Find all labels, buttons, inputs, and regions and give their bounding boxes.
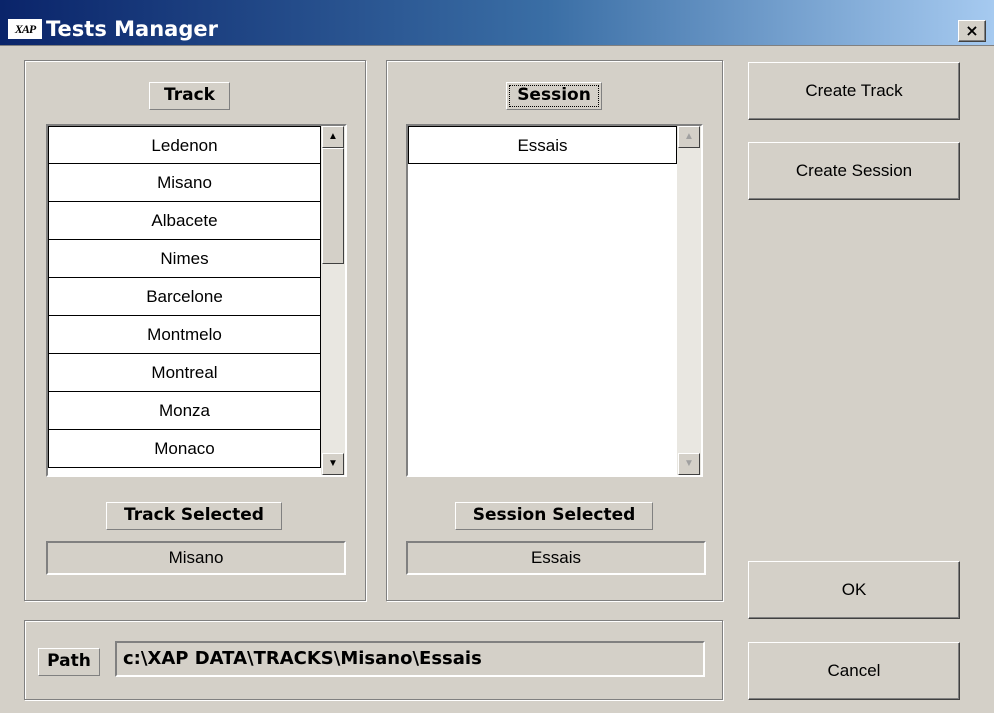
track-item-montmelo[interactable]: Montmelo [48,316,321,354]
create-track-button[interactable]: Create Track [748,62,960,120]
session-header[interactable]: Session [506,82,602,110]
track-scroll-thumb[interactable] [322,148,344,264]
create-session-button[interactable]: Create Session [748,142,960,200]
session-selected-value: Essais [406,541,706,575]
track-item-nimes[interactable]: Nimes [48,240,321,278]
scroll-down-icon[interactable]: ▼ [678,453,700,475]
window-title: Tests Manager [46,17,218,41]
session-selected-label: Session Selected [455,502,653,530]
track-selected-value: Misano [46,541,346,575]
path-label: Path [38,648,100,676]
track-listbox[interactable]: Ledenon Misano Albacete Nimes Barcelone … [46,124,347,477]
title-bar[interactable]: XAP Tests Manager × [0,0,994,46]
path-field: c:\XAP DATA\TRACKS\Misano\Essais [115,641,705,677]
track-item-montreal[interactable]: Montreal [48,354,321,392]
track-selected-label: Track Selected [106,502,282,530]
track-list: Ledenon Misano Albacete Nimes Barcelone … [48,126,321,468]
app-logo-icon: XAP [8,19,42,39]
track-item-monaco[interactable]: Monaco [48,430,321,468]
session-list: Essais [408,126,677,164]
cancel-button[interactable]: Cancel [748,642,960,700]
track-item-ledenon[interactable]: Ledenon [48,126,321,164]
session-item-essais[interactable]: Essais [408,126,677,164]
track-item-misano[interactable]: Misano [48,164,321,202]
track-scrollbar[interactable]: ▲ ▼ [321,126,345,475]
track-header: Track [149,82,230,110]
ok-button[interactable]: OK [748,561,960,619]
session-scrollbar[interactable]: ▲ ▼ [677,126,701,475]
close-button[interactable]: × [958,20,986,42]
track-item-barcelone[interactable]: Barcelone [48,278,321,316]
track-item-monza[interactable]: Monza [48,392,321,430]
session-listbox[interactable]: Essais ▲ ▼ [406,124,703,477]
scroll-down-icon[interactable]: ▼ [322,453,344,475]
scroll-up-icon[interactable]: ▲ [678,126,700,148]
track-item-albacete[interactable]: Albacete [48,202,321,240]
scroll-up-icon[interactable]: ▲ [322,126,344,148]
